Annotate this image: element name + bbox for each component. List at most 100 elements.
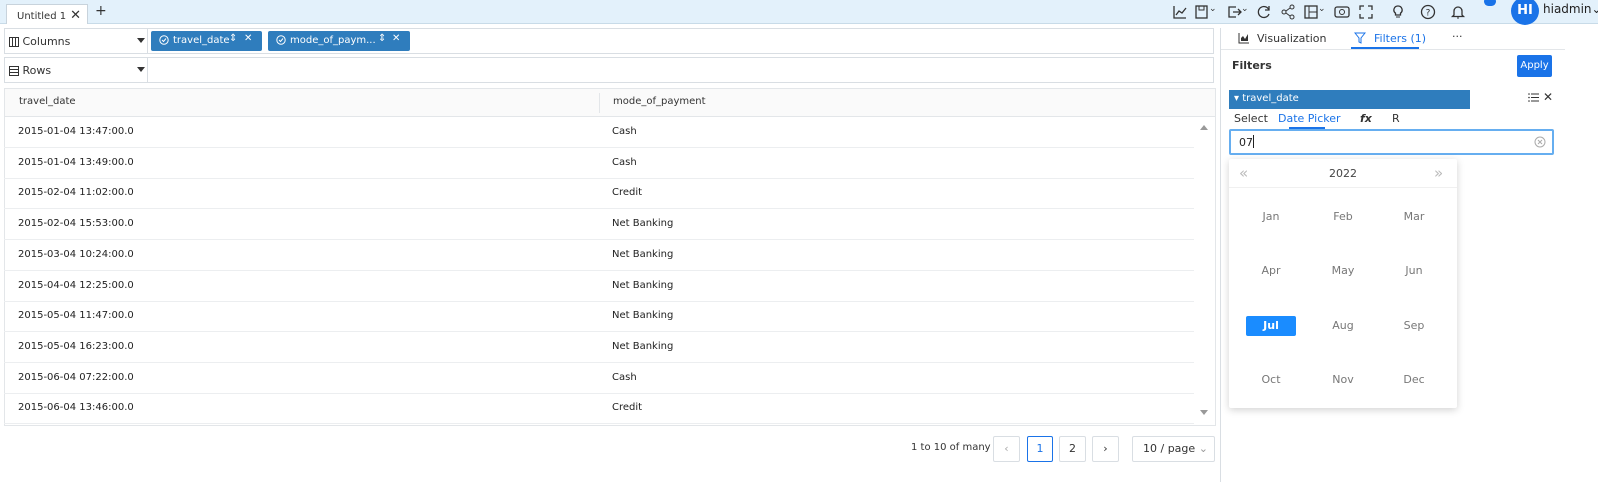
mode-date-picker[interactable]: Date Picker [1278, 112, 1341, 125]
column-chip-travel-date[interactable]: travel_date ⇕ ✕ [151, 31, 262, 51]
save-dropdown-icon[interactable]: ⌄ [1209, 4, 1225, 20]
mode-fx[interactable]: fx [1360, 112, 1372, 125]
date-input[interactable]: 07 [1229, 129, 1554, 155]
lightbulb-icon[interactable] [1390, 4, 1406, 20]
cell-mode-of-payment: Credit [612, 187, 643, 199]
table-row[interactable]: 2015-05-04 16:23:00.0 Net Banking [4, 332, 1194, 363]
month-picker: « 2022 » Jan Feb Mar Apr May Jun Jul Aug Sep Oct N… [1229, 159, 1457, 408]
cell-mode-of-payment: Net Banking [612, 279, 674, 291]
help-icon[interactable]: ? [1420, 4, 1436, 20]
rows-shelf-label: Rows [9, 64, 51, 77]
apply-button[interactable]: Apply [1517, 55, 1552, 77]
scroll-up-icon[interactable] [1200, 125, 1208, 130]
tab-visualization[interactable]: Visualization [1257, 32, 1326, 45]
prev-page-button[interactable]: ‹ [993, 436, 1020, 462]
next-page-button[interactable]: › [1092, 436, 1119, 462]
mode-r[interactable]: R [1392, 112, 1400, 125]
svg-text:?: ? [1426, 9, 1431, 19]
table-row[interactable]: 2015-02-04 11:02:00.0 Credit [4, 178, 1194, 210]
save-icon[interactable] [1194, 4, 1210, 20]
sort-icon[interactable]: ⇕ [229, 33, 237, 44]
sort-icon[interactable]: ⇕ [378, 33, 386, 44]
chip-label: mode_of_paym... [290, 35, 376, 46]
page-size-select[interactable]: 10 / page ⌄ [1132, 436, 1215, 462]
chart-icon[interactable] [1172, 4, 1188, 20]
month-feb[interactable]: Feb [1318, 207, 1368, 227]
table-row[interactable]: 2015-01-04 13:49:00.0 Cash [4, 148, 1194, 179]
table-row[interactable]: 2015-05-04 11:47:00.0 Net Banking [4, 301, 1194, 333]
page-button-2[interactable]: 2 [1059, 436, 1086, 462]
mode-select[interactable]: Select [1234, 112, 1268, 125]
tab-filters[interactable]: Filters (1) [1374, 32, 1426, 45]
column-header-travel-date[interactable]: travel_date [19, 96, 76, 107]
prev-year-icon[interactable]: « [1239, 164, 1248, 182]
list-icon[interactable] [1528, 92, 1539, 103]
cell-travel-date: 2015-05-04 16:23:00.0 [18, 340, 134, 352]
month-jul[interactable]: Jul [1246, 316, 1296, 336]
check-circle-icon [276, 35, 286, 45]
column-chip-mode-of-payment[interactable]: mode_of_paym... ⇕ ✕ [268, 31, 410, 51]
remove-chip-icon[interactable]: ✕ [244, 33, 252, 44]
rows-dropdown-icon[interactable] [137, 67, 145, 72]
month-may[interactable]: May [1318, 261, 1368, 281]
add-tab-icon[interactable]: + [95, 3, 107, 19]
month-apr[interactable]: Apr [1246, 261, 1296, 281]
layout-icon[interactable] [1303, 4, 1319, 20]
close-tab-icon[interactable]: ✕ [70, 8, 81, 23]
vertical-scrollbar[interactable] [1196, 117, 1216, 424]
text-cursor [1253, 135, 1254, 148]
remove-filter-icon[interactable]: ✕ [1543, 90, 1553, 104]
share-icon[interactable] [1280, 4, 1296, 20]
avatar[interactable]: HI [1511, 0, 1539, 25]
user-name: hiadmin [1543, 2, 1592, 16]
month-aug[interactable]: Aug [1318, 316, 1368, 336]
cell-travel-date: 2015-01-04 13:49:00.0 [18, 156, 134, 168]
scroll-down-icon[interactable] [1200, 410, 1208, 415]
columns-dropdown-icon[interactable] [137, 38, 145, 43]
export-dropdown-icon[interactable]: ⌄ [1241, 4, 1257, 20]
preview-icon[interactable] [1334, 4, 1350, 20]
table-row[interactable]: 2015-01-04 13:47:00.0 Cash [4, 117, 1194, 148]
next-year-icon[interactable]: » [1434, 164, 1443, 182]
remove-chip-icon[interactable]: ✕ [392, 33, 400, 44]
month-sep[interactable]: Sep [1389, 316, 1439, 336]
month-nov[interactable]: Nov [1318, 370, 1368, 390]
tab-untitled-1[interactable]: Untitled 1 ✕ [6, 4, 88, 24]
chevron-down-icon: ⌄ [1198, 442, 1208, 455]
cell-mode-of-payment: Cash [612, 371, 637, 383]
columns-icon [9, 37, 19, 47]
rows-shelf[interactable]: Rows [4, 57, 1214, 83]
layout-dropdown-icon[interactable]: ⌄ [1318, 4, 1334, 20]
notification-badge [1484, 0, 1496, 6]
cell-mode-of-payment: Cash [612, 126, 637, 137]
refresh-icon[interactable] [1256, 4, 1272, 20]
notification-bell-icon[interactable] [1450, 4, 1466, 20]
check-circle-icon [159, 35, 169, 45]
table-row[interactable]: 2015-03-04 10:24:00.0 Net Banking [4, 240, 1194, 271]
page-button-1[interactable]: 1 [1027, 436, 1053, 462]
table-row[interactable]: 2015-06-04 13:46:00.0 Credit [4, 393, 1194, 425]
month-mar[interactable]: Mar [1389, 207, 1439, 227]
cell-travel-date: 2015-04-04 12:25:00.0 [18, 279, 134, 291]
cell-travel-date: 2015-06-04 13:46:00.0 [18, 402, 134, 414]
table-row[interactable]: 2015-04-04 12:25:00.0 Net Banking [4, 271, 1194, 302]
filter-field-label: travel_date [1242, 93, 1299, 104]
export-icon[interactable] [1226, 4, 1242, 20]
filter-field-header[interactable]: ▾ travel_date [1229, 90, 1470, 109]
tab-label: Untitled 1 [17, 11, 67, 22]
month-dec[interactable]: Dec [1389, 370, 1439, 390]
table-row[interactable]: 2015-02-04 15:53:00.0 Net Banking [4, 209, 1194, 241]
year-label[interactable]: 2022 [1329, 167, 1357, 180]
month-jan[interactable]: Jan [1246, 207, 1296, 227]
month-jun[interactable]: Jun [1389, 261, 1439, 281]
pagination-summary: 1 to 10 of many [911, 442, 991, 453]
fullscreen-icon[interactable] [1358, 4, 1374, 20]
more-options-icon[interactable]: ··· [1452, 30, 1463, 43]
clear-input-icon[interactable] [1534, 136, 1546, 148]
column-header-mode-of-payment[interactable]: mode_of_payment [613, 96, 706, 107]
user-menu[interactable]: hiadmin⌄ [1543, 2, 1598, 16]
grid-header: travel_date mode_of_payment [4, 88, 1216, 117]
month-oct[interactable]: Oct [1246, 370, 1296, 390]
table-row[interactable]: 2015-06-04 07:22:00.0 Cash [4, 363, 1194, 394]
cell-travel-date: 2015-02-04 15:53:00.0 [18, 218, 134, 230]
